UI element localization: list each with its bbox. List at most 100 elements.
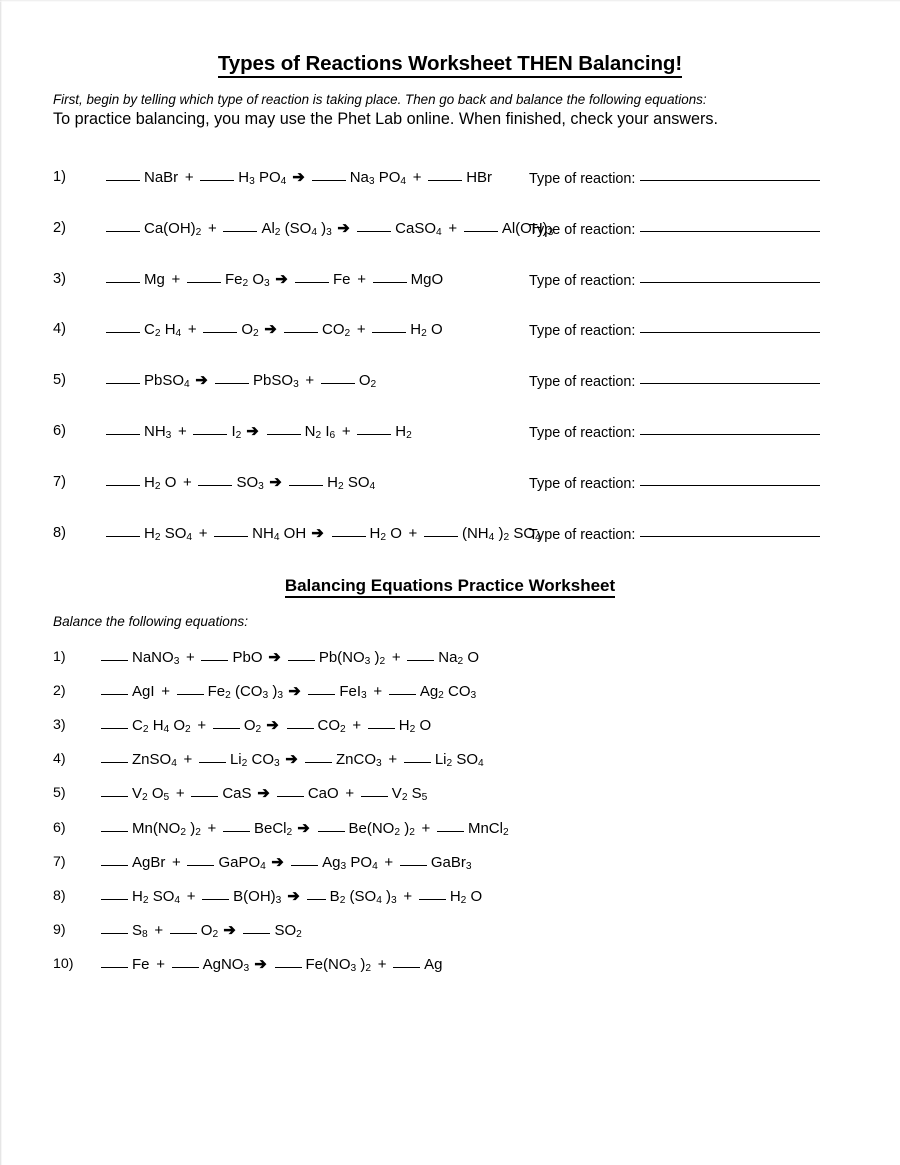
coefficient-blank[interactable]: [186, 281, 221, 283]
coefficient-blank[interactable]: [306, 898, 326, 900]
coefficient-blank[interactable]: [193, 434, 228, 435]
coefficient-blank[interactable]: [202, 898, 230, 900]
coefficient-blank[interactable]: [357, 230, 392, 232]
coefficient-blank[interactable]: [372, 332, 407, 334]
reaction-arrow-icon: ➔: [254, 955, 268, 973]
coefficient-blank[interactable]: [388, 694, 416, 696]
chemical-formula: (SO4: [284, 219, 317, 239]
coefficient-blank[interactable]: [463, 230, 498, 232]
coefficient-blank[interactable]: [222, 830, 250, 832]
coefficient-blank[interactable]: [311, 180, 346, 181]
coefficient-blank[interactable]: [176, 694, 204, 696]
coefficient-blank[interactable]: [399, 864, 427, 866]
coefficient-blank[interactable]: [372, 281, 407, 283]
coefficient-blank[interactable]: [101, 694, 128, 696]
type-of-reaction-answer-blank[interactable]: [640, 230, 821, 232]
coefficient-blank[interactable]: [214, 535, 249, 537]
coefficient-blank[interactable]: [212, 728, 240, 730]
coefficient-blank[interactable]: [305, 762, 333, 764]
type-of-reaction-answer-blank[interactable]: [640, 484, 821, 486]
coefficient-blank[interactable]: [274, 966, 302, 968]
coefficient-blank[interactable]: [320, 383, 355, 385]
coefficient-blank[interactable]: [360, 796, 388, 798]
chemical-formula: SO4: [164, 524, 193, 543]
chemical-formula: NaBr: [144, 169, 179, 186]
coefficient-blank[interactable]: [101, 830, 128, 832]
equation-expression: Mn(NO2 )2 + BeCl2 ➔ Be(NO2 )2 + MnCl2: [101, 820, 509, 838]
coefficient-blank[interactable]: [106, 180, 140, 181]
coefficient-blank[interactable]: [357, 434, 392, 435]
coefficient-blank[interactable]: [101, 966, 128, 968]
formula-subscript: 3: [391, 894, 397, 906]
coefficient-blank[interactable]: [198, 484, 233, 486]
coefficient-blank[interactable]: [407, 660, 435, 661]
coefficient-blank[interactable]: [203, 332, 238, 334]
coefficient-blank[interactable]: [284, 332, 318, 334]
coefficient-blank[interactable]: [198, 762, 226, 764]
coefficient-blank[interactable]: [266, 434, 301, 435]
coefficient-blank[interactable]: [308, 694, 336, 696]
type-of-reaction-answer-blank[interactable]: [640, 180, 821, 181]
type-of-reaction-answer-blank[interactable]: [640, 332, 821, 334]
type-of-reaction-answer-blank[interactable]: [640, 281, 821, 283]
coefficient-blank[interactable]: [286, 728, 314, 730]
coefficient-blank[interactable]: [317, 830, 345, 832]
coefficient-blank[interactable]: [393, 966, 421, 968]
coefficient-blank[interactable]: [276, 796, 304, 798]
coefficient-blank[interactable]: [106, 383, 140, 385]
equation-number: 7): [53, 853, 66, 870]
reaction-arrow-icon: ➔: [246, 423, 260, 440]
coefficient-blank[interactable]: [101, 796, 128, 798]
formula-subscript: 4: [369, 481, 376, 493]
coefficient-blank[interactable]: [106, 535, 140, 537]
coefficient-blank[interactable]: [287, 660, 315, 661]
coefficient-blank[interactable]: [418, 898, 446, 900]
coefficient-blank[interactable]: [187, 864, 215, 866]
coefficient-blank[interactable]: [106, 281, 140, 283]
coefficient-blank[interactable]: [106, 434, 140, 435]
coefficient-blank[interactable]: [101, 932, 128, 934]
coefficient-blank[interactable]: [169, 932, 197, 934]
coefficient-blank[interactable]: [101, 898, 128, 900]
plus-sign: +: [388, 751, 402, 769]
coefficient-blank[interactable]: [200, 180, 235, 181]
chemical-formula: S5: [411, 785, 428, 804]
chemical-formula: AgI: [132, 683, 155, 701]
type-of-reaction-answer-blank[interactable]: [640, 383, 821, 385]
coefficient-blank[interactable]: [101, 762, 128, 764]
formula-subscript: 2: [380, 531, 387, 543]
formula-subscript: 2: [195, 826, 201, 838]
chemical-formula: H2: [410, 321, 427, 340]
coefficient-blank[interactable]: [171, 966, 199, 968]
formula-subscript: 6: [329, 430, 336, 442]
coefficient-blank[interactable]: [191, 796, 219, 798]
coefficient-blank[interactable]: [243, 932, 271, 934]
coefficient-blank[interactable]: [106, 230, 140, 232]
coefficient-blank[interactable]: [367, 728, 395, 730]
section2-instruction: Balance the following equations:: [53, 614, 248, 629]
coefficient-blank[interactable]: [428, 180, 463, 181]
chemical-formula: CaS: [222, 785, 252, 803]
coefficient-blank[interactable]: [331, 535, 366, 537]
coefficient-blank[interactable]: [101, 864, 128, 866]
coefficient-blank[interactable]: [291, 864, 319, 866]
coefficient-blank[interactable]: [223, 230, 258, 232]
coefficient-blank[interactable]: [215, 383, 250, 385]
reaction-arrow-icon: ➔: [271, 853, 284, 871]
equation-number: 1): [53, 649, 66, 665]
chemical-formula: S8: [132, 921, 148, 941]
coefficient-blank[interactable]: [101, 728, 128, 730]
coefficient-blank[interactable]: [403, 762, 431, 764]
coefficient-blank[interactable]: [295, 281, 329, 283]
type-of-reaction-answer-blank[interactable]: [640, 535, 821, 537]
coefficient-blank[interactable]: [201, 660, 229, 661]
chemical-formula: )2: [360, 955, 372, 975]
coefficient-blank[interactable]: [436, 830, 464, 832]
coefficient-blank[interactable]: [106, 484, 140, 486]
coefficient-blank[interactable]: [106, 332, 140, 334]
coefficient-blank[interactable]: [101, 660, 128, 661]
type-of-reaction-answer-blank[interactable]: [640, 434, 821, 435]
coefficient-blank[interactable]: [289, 484, 324, 486]
plus-sign: +: [175, 785, 189, 803]
coefficient-blank[interactable]: [423, 535, 458, 537]
